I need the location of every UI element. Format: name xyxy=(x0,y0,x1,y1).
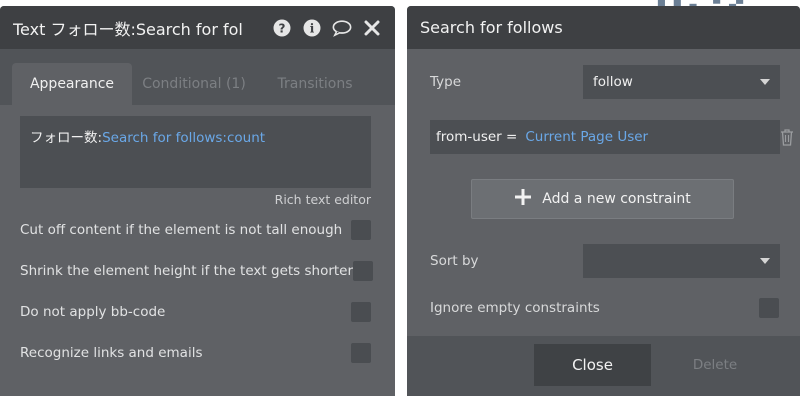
option-shrink-height: Shrink the element height if the text ge… xyxy=(20,260,374,282)
tab-transitions[interactable]: Transitions xyxy=(262,63,368,105)
type-label: Type xyxy=(430,74,462,90)
static-text: フォロー数: xyxy=(30,130,103,146)
option-recognize-links: Recognize links and emails xyxy=(20,342,371,364)
info-icon[interactable]: i xyxy=(302,18,322,38)
text-element-property-editor: Text フォロー数:Search for fol ? i Appearance… xyxy=(0,6,395,396)
tab-conditional[interactable]: Conditional (1) xyxy=(136,63,252,105)
sort-by-label: Sort by xyxy=(430,253,479,269)
property-tabs: Appearance Conditional (1) Transitions xyxy=(0,49,395,105)
help-icon[interactable]: ? xyxy=(272,18,292,38)
svg-text:i: i xyxy=(310,21,315,35)
property-editor-title: Text フォロー数:Search for fol xyxy=(13,19,243,39)
trash-icon[interactable] xyxy=(780,128,794,146)
close-icon[interactable] xyxy=(362,18,382,38)
constraint-value[interactable]: Current Page User xyxy=(525,129,648,145)
sort-by-dropdown[interactable] xyxy=(583,244,780,278)
option-label: Do not apply bb-code xyxy=(20,304,166,320)
constraint-row: from-user = Current Page User xyxy=(430,120,780,154)
chevron-down-icon xyxy=(760,79,770,85)
rich-text-editor-link[interactable]: Rich text editor xyxy=(275,192,371,207)
option-cut-off-content: Cut off content if the element is not ta… xyxy=(20,219,371,241)
add-constraint-button[interactable]: Add a new constraint xyxy=(471,179,734,219)
option-checkbox[interactable] xyxy=(353,261,374,281)
plus-icon xyxy=(514,188,532,210)
delete-button[interactable]: Delete xyxy=(687,344,743,386)
constraint-key: from-user = xyxy=(436,129,518,145)
type-dropdown[interactable]: follow xyxy=(583,65,780,99)
ignore-empty-checkbox[interactable] xyxy=(759,298,779,318)
option-no-bb-code: Do not apply bb-code xyxy=(20,301,371,323)
chevron-down-icon xyxy=(760,258,770,264)
add-constraint-label: Add a new constraint xyxy=(542,191,691,207)
ignore-empty-label: Ignore empty constraints xyxy=(430,300,600,316)
comment-icon[interactable] xyxy=(332,18,352,38)
search-editor-panel: Search for follows Type follow from-user… xyxy=(407,6,800,396)
svg-text:?: ? xyxy=(279,21,286,35)
text-content-input[interactable]: フォロー数:Search for follows:count xyxy=(20,116,371,188)
type-dropdown-value: follow xyxy=(593,74,633,90)
dynamic-expression[interactable]: Search for follows:count xyxy=(102,130,265,146)
option-label: Recognize links and emails xyxy=(20,345,203,361)
option-checkbox[interactable] xyxy=(351,302,371,322)
search-editor-header: Search for follows xyxy=(407,6,800,49)
search-editor-footer: Close Delete xyxy=(407,336,800,396)
close-button[interactable]: Close xyxy=(534,344,651,386)
tab-appearance[interactable]: Appearance xyxy=(12,63,132,105)
option-label: Shrink the element height if the text ge… xyxy=(20,263,354,279)
search-editor-title: Search for follows xyxy=(420,18,563,37)
option-label: Cut off content if the element is not ta… xyxy=(20,222,343,238)
option-checkbox[interactable] xyxy=(351,343,371,363)
property-editor-header: Text フォロー数:Search for fol ? i xyxy=(0,6,395,49)
option-checkbox[interactable] xyxy=(351,220,371,240)
